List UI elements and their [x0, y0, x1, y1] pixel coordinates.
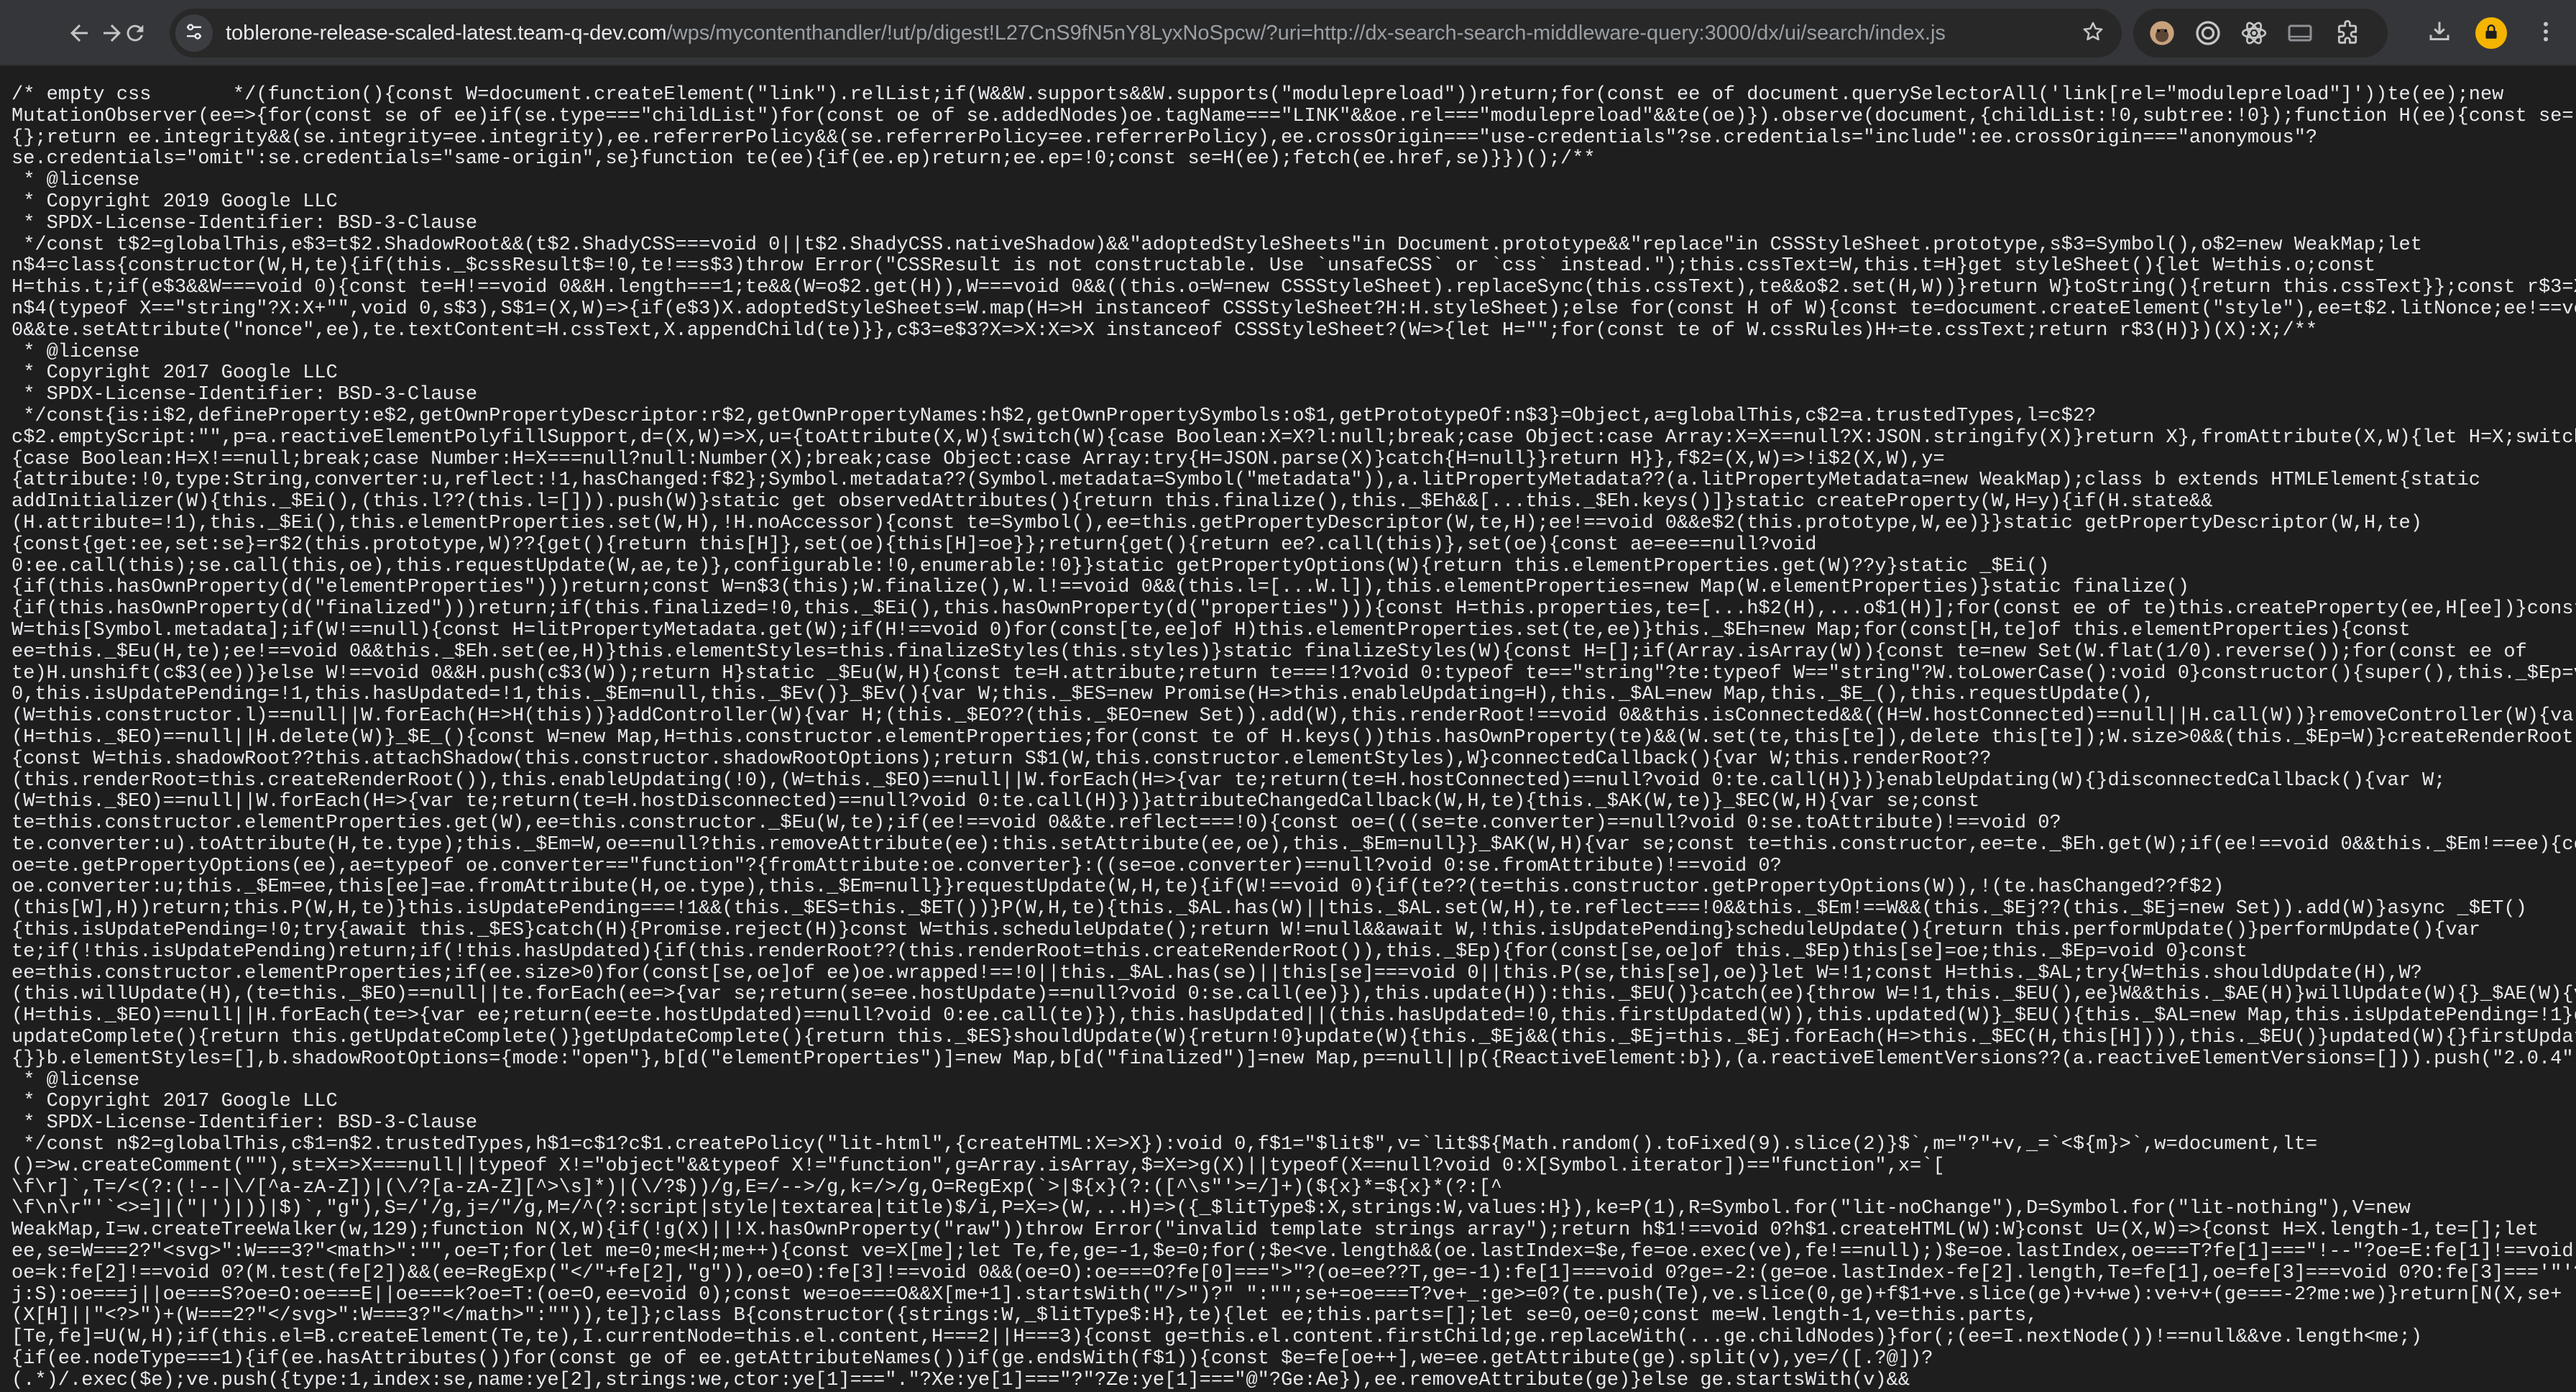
browser-menu-button[interactable] [2526, 13, 2566, 53]
code-line: ()=>w.createComment(""),st=X=>X===null||… [12, 1155, 1945, 1177]
code-line: (.*)/.exec($e);ve.push({type:1,index:se,… [12, 1369, 1910, 1391]
code-line: n$4(typeof X=="string"?X:X+"",void 0,s$3… [12, 298, 2576, 320]
code-line: MutationObserver(ee=>{for(const se of ee… [12, 105, 2574, 127]
puzzle-icon[interactable] [2332, 17, 2363, 49]
code-line: 0&&te.setAttribute("nonce",ee),te.textCo… [12, 319, 2318, 342]
code-line: n$4=class{constructor(W,H,te){if(this._$… [12, 255, 2376, 278]
code-line: 0,this.isUpdatePending=!1,this.hasUpdate… [12, 684, 2155, 706]
code-line: */const t$2=globalThis,e$3=t$2.ShadowRoo… [12, 234, 2422, 256]
reload-icon [123, 21, 147, 45]
code-line: * @license [12, 341, 140, 363]
code-line: se.credentials="omit":se.credentials="sa… [12, 148, 1596, 170]
code-line: (W=this._$EO)==null||W.forEach(H=>{var t… [12, 791, 1980, 813]
code-line: * Copyright 2017 Google LLC [12, 362, 338, 385]
code-line: * @license [12, 1069, 140, 1091]
code-line: W=this[Symbol.metadata];if(W!==null){con… [12, 619, 2411, 641]
code-line: te)H.unshift(c$3(ee))}else W!==void 0&&H… [12, 662, 2576, 684]
code-line: (this.renderRoot=this.createRenderRoot()… [12, 769, 2446, 792]
code-line: */const n$2=globalThis,c$1=n$2.trustedTy… [12, 1134, 2318, 1156]
code-line: * Copyright 2017 Google LLC [12, 1091, 338, 1113]
code-line: {attribute:!0,type:String,converter:u,re… [12, 470, 2480, 492]
code-line: (H.attribute=!1),this._$Ei(),this.elemen… [12, 512, 2422, 534]
address-bar[interactable]: toblerone-release-scaled-latest.team-q-d… [170, 9, 2122, 58]
code-line: ee=this._$Eu(H,te);ee!==void 0&&this._$E… [12, 641, 2527, 663]
circle-extension-icon[interactable] [2192, 17, 2224, 49]
code-line: (H=this._$EO)==null||H.forEach(te=>{var … [12, 1005, 2576, 1027]
code-line: * @license [12, 170, 140, 192]
code-line: [Te,fe]=U(W,H);if(this.el=B.createElemen… [12, 1327, 2422, 1349]
code-line: updateComplete(){return this.getUpdateCo… [12, 1027, 2576, 1049]
code-line: te.converter:u).toAttribute(H,te.type);t… [12, 833, 2576, 856]
url-host: toblerone-release-scaled-latest.team-q-d… [226, 22, 667, 45]
browser-toolbar: toblerone-release-scaled-latest.team-q-d… [0, 0, 2576, 66]
code-line: {const W=this.shadowRoot??this.attachSha… [12, 748, 1992, 770]
code-line: j:S):oe===j||oe===S?oe=O:oe===E||oe===k?… [12, 1283, 2562, 1306]
download-icon [2426, 19, 2452, 48]
atom-extension-icon[interactable] [2238, 17, 2270, 49]
code-line: {const{get:ee,set:se}=r$2(this.prototype… [12, 534, 1817, 556]
code-line: {if(this.hasOwnProperty(d("finalized")))… [12, 598, 2576, 621]
code-line: {this.isUpdatePending=!0;try{await this.… [12, 920, 2480, 942]
pug-extension-icon[interactable] [2146, 17, 2178, 49]
profile-avatar[interactable] [2475, 17, 2507, 49]
url-text[interactable]: toblerone-release-scaled-latest.team-q-d… [226, 9, 2023, 58]
code-line: oe=te.getPropertyOptions(ee),ae=typeof o… [12, 855, 1782, 877]
code-line: * SPDX-License-Identifier: BSD-3-Clause [12, 212, 478, 234]
downloads-button[interactable] [2419, 13, 2460, 53]
star-icon [2081, 19, 2105, 47]
code-line: \f\r]`,T=/<(?:(!--|\/[^a-zA-Z])|(\/?[a-z… [12, 1176, 1502, 1199]
code-line: ee=this.constructor.elementProperties;if… [12, 962, 2422, 984]
code-line: \f\n\r"'`<>=]|("|')|))|$)`,"g"),S=/'/g,j… [12, 1198, 2411, 1220]
code-line: * SPDX-License-Identifier: BSD-3-Clause [12, 1112, 478, 1135]
code-line: {case Boolean:H=X!==null;break;case Numb… [12, 448, 1945, 470]
site-info-button[interactable] [175, 14, 213, 52]
code-line: H=this.t;if(e$3&&W===void 0){const te=H!… [12, 277, 2576, 299]
code-line: {};return ee.integrity&&(se.integrity=ee… [12, 127, 2318, 149]
reload-button[interactable] [115, 13, 155, 53]
code-line: oe=k:fe[2]!==void 0?(M.test(fe[2])&&(ee=… [12, 1262, 2576, 1284]
window-extension-icon[interactable] [2284, 17, 2316, 49]
extensions-group [2133, 9, 2388, 58]
code-line: {if(ee.nodeType===1){if(ee.hasAttributes… [12, 1348, 1933, 1370]
code-line: (this.willUpdate(H),(te=this._$EO)==null… [12, 984, 2576, 1006]
code-line: te=this.constructor.elementProperties.ge… [12, 812, 2061, 835]
arrow-left-icon [66, 20, 92, 46]
code-line: * SPDX-License-Identifier: BSD-3-Clause [12, 384, 478, 406]
code-line: 0:ee.call(this);se.call(this,oe),this.re… [12, 555, 2050, 577]
code-line: {}}b.elementStyles=[],b.shadowRootOption… [12, 1048, 2576, 1070]
bookmark-button[interactable] [2074, 14, 2112, 52]
code-line: addInitializer(W){this._$Ei(),(this.l??(… [12, 491, 2213, 513]
lock-avatar-icon [2482, 22, 2501, 45]
code-line: * Copyright 2019 Google LLC [12, 191, 338, 213]
code-line: oe.converter:u;this._$Em=ee,this[ee]=ae.… [12, 876, 2225, 899]
code-line: WeakMap,I=w.createTreeWalker(w,129);func… [12, 1219, 2539, 1242]
code-line: (W=this.constructor.l)==null||W.forEach(… [12, 705, 2576, 728]
code-line: */const{is:i$2,defineProperty:e$2,getOwn… [12, 405, 2097, 427]
code-line: (X[H]||"<?>")+(W===2?"</svg>":W===3?"</m… [12, 1305, 2038, 1327]
more-vert-icon [2533, 19, 2559, 48]
code-line: /* empty css */(function(){const W=docum… [12, 84, 2504, 106]
code-line: {if(this.hasOwnProperty(d("elementProper… [12, 577, 2189, 599]
code-line: c$2.emptyScript:"",p=a.reactiveElementPo… [12, 426, 2576, 449]
page-content: /* empty css */(function(){const W=docum… [0, 66, 2576, 1392]
code-line: (this[W],H))return;this.P(W,H,te)}this.i… [12, 898, 2527, 920]
url-path: /wps/mycontenthandler/!ut/p/digest!L27Cn… [666, 22, 1946, 45]
code-line: (H=this._$EO)==null||H.delete(W)}_$E_(){… [12, 726, 2576, 748]
source-code-view[interactable]: /* empty css */(function(){const W=docum… [0, 66, 2576, 1392]
code-line: ee,se=W===2?"<svg>":W===3?"<math>":"",oe… [12, 1241, 2576, 1263]
code-line: te;if(!this.isUpdatePending)return;if(!t… [12, 940, 2248, 963]
tune-icon [183, 21, 205, 46]
